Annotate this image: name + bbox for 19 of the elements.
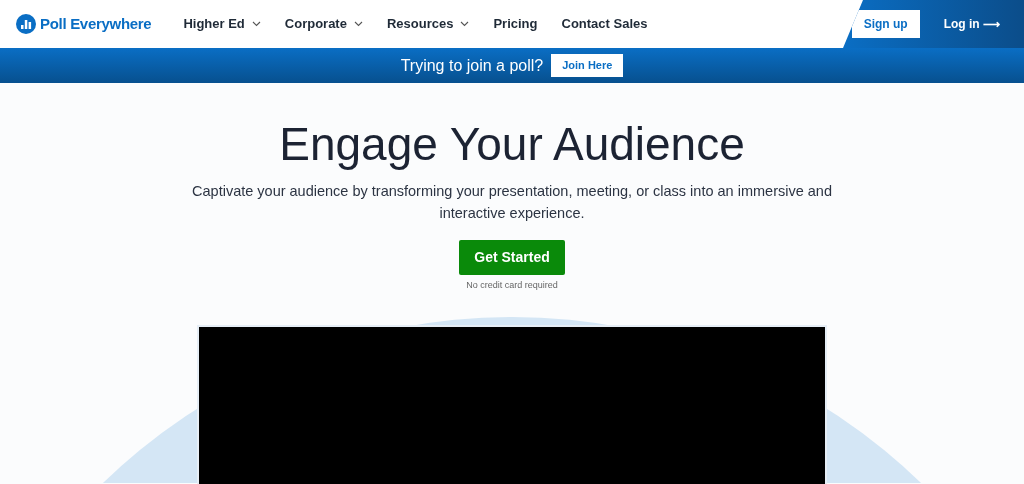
get-started-button[interactable]: Get Started (459, 240, 565, 276)
caret-icon (251, 21, 261, 27)
join-prompt: Trying to join a poll? (400, 55, 544, 76)
caret-icon (353, 21, 363, 27)
nav-menu[interactable]: Resources (386, 14, 470, 34)
log-in-link[interactable]: Log in ⟶ (943, 15, 1000, 33)
hero-title: Engage Your Audience (279, 117, 745, 172)
nav-link[interactable]: Pricing (493, 14, 538, 34)
sign-up-button[interactable]: Sign up (851, 10, 920, 38)
hero-subtitle: Captivate your audience by transforming your presentation, meeting, or class into an immersive and interactive experience. (192, 182, 832, 224)
no-card-note: No credit card required (466, 279, 558, 293)
nav-link[interactable]: Contact Sales (561, 14, 648, 34)
nav-menu[interactable]: Higher Ed (183, 14, 261, 34)
logo-icon (16, 14, 36, 34)
brand-name[interactable]: Poll Everywhere (40, 12, 152, 36)
nav-menu[interactable]: Corporate (284, 14, 363, 34)
video-player[interactable] (197, 324, 827, 484)
join-here-button[interactable]: Join Here (551, 54, 624, 77)
caret-icon (460, 21, 470, 27)
